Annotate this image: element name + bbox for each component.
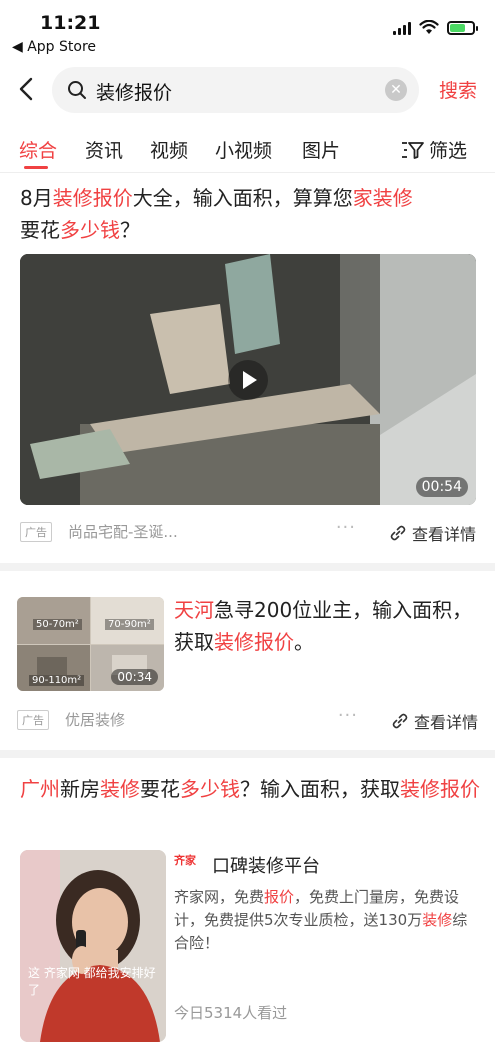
view-count: 今日5314人看过 xyxy=(174,1004,288,1022)
search-button[interactable]: 搜索 xyxy=(439,76,477,103)
search-bar: 装修报价 ✕ 搜索 xyxy=(0,62,495,118)
more-icon[interactable]: ··· xyxy=(336,517,356,538)
image-caption: 这 齐家网 都给我安排好了 xyxy=(28,966,156,997)
link-icon xyxy=(392,713,408,729)
search-query-text: 装修报价 xyxy=(96,82,173,104)
card-divider xyxy=(0,750,495,758)
video-duration: 00:54 xyxy=(415,477,468,497)
back-arrow-icon[interactable] xyxy=(14,74,40,104)
ad-badge: 广告 xyxy=(17,710,49,730)
search-icon xyxy=(68,81,86,99)
advertiser-name[interactable]: 尚品宅配-圣诞... xyxy=(68,521,178,542)
video-duration: 00:34 xyxy=(111,669,158,685)
view-details-link[interactable]: 查看详情 xyxy=(390,521,476,545)
status-bar: 11:21 ◀ App Store xyxy=(0,0,495,62)
search-input[interactable]: 装修报价 ✕ xyxy=(52,67,419,113)
link-icon xyxy=(390,525,406,541)
filter-button[interactable]: 筛选 xyxy=(401,136,467,163)
brand-name[interactable]: 口碑装修平台 xyxy=(212,852,320,878)
tab-comprehensive[interactable]: 综合 xyxy=(19,136,57,163)
clear-icon[interactable]: ✕ xyxy=(385,79,407,101)
filter-label: 筛选 xyxy=(428,140,467,162)
card1-video[interactable]: 00:54 xyxy=(20,254,476,505)
area-label: 70-90m² xyxy=(105,619,154,630)
card2-meta: 广告 优居装修 ··· 查看详情 xyxy=(17,705,478,733)
tab-news[interactable]: 资讯 xyxy=(85,136,123,163)
card3-image[interactable]: 这 齐家网 都给我安排好了 xyxy=(20,850,166,1042)
signal-icon xyxy=(393,21,411,35)
filter-icon xyxy=(401,141,424,159)
category-tabs: 综合 资讯 视频 小视频 图片 筛选 xyxy=(0,132,495,172)
play-icon[interactable] xyxy=(228,360,268,400)
ad-description[interactable]: 齐家网，免费报价，免费上门量房，免费设计，免费提供5次专业质检，送130万装修综… xyxy=(174,886,478,955)
battery-icon xyxy=(447,20,478,35)
card2-thumbnail[interactable]: 50-70m² 70-90m² 90-110m² 00:34 xyxy=(17,597,164,691)
view-details-link[interactable]: 查看详情 xyxy=(392,709,478,733)
card-divider xyxy=(0,563,495,571)
card1-meta: 广告 尚品宅配-圣诞... ··· 查看详情 xyxy=(20,517,476,545)
advertiser-name[interactable]: 优居装修 xyxy=(65,709,125,730)
wifi-icon xyxy=(419,20,439,34)
back-to-app-store-link[interactable]: ◀ App Store xyxy=(12,39,96,55)
ad-badge: 广告 xyxy=(20,522,52,542)
card3-title[interactable]: 广州新房装修要花多少钱？输入面积，获取装修报价 xyxy=(20,773,480,805)
card2-title[interactable]: 天河急寻200位业主，输入面积，获取装修报价。 xyxy=(174,594,474,658)
status-time: 11:21 xyxy=(40,12,101,34)
card1-title[interactable]: 8月装修报价大全，输入面积，算算您家装修 要花多少钱？ xyxy=(20,182,480,246)
more-icon[interactable]: ··· xyxy=(338,705,358,726)
tabs-divider xyxy=(0,172,495,173)
tab-images[interactable]: 图片 xyxy=(302,136,340,163)
woman-on-phone-image xyxy=(20,850,166,1042)
qijia-logo: 齐家 xyxy=(174,854,196,867)
tab-video[interactable]: 视频 xyxy=(150,136,188,163)
active-tab-indicator xyxy=(24,166,48,169)
area-label: 90-110m² xyxy=(29,675,85,686)
area-label: 50-70m² xyxy=(33,619,82,630)
tab-short-video[interactable]: 小视频 xyxy=(215,136,272,163)
status-icons xyxy=(393,20,478,35)
